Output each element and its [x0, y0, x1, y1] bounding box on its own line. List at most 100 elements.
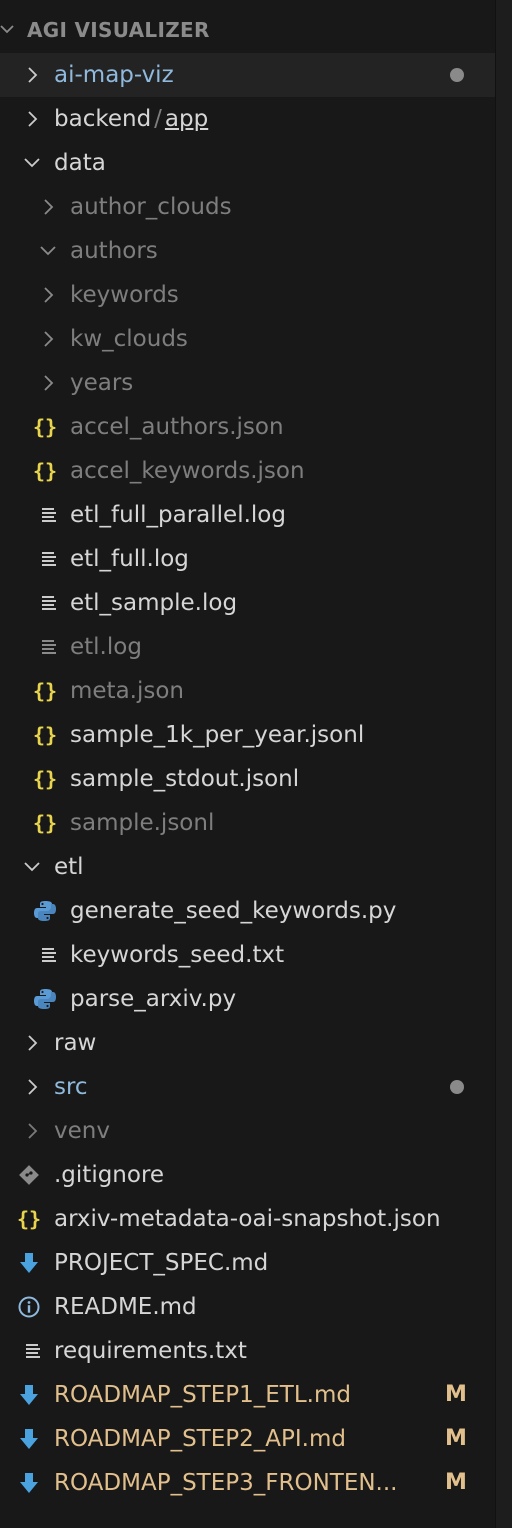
explorer-section-header[interactable]: AGI VISUALIZER	[0, 10, 496, 50]
tree-item-etl-full-log[interactable]: etl_full.log	[0, 537, 496, 581]
tree-item-etl-sample-log[interactable]: etl_sample.log	[0, 581, 496, 625]
tree-item-label: PROJECT_SPEC.md	[54, 1250, 269, 1276]
tree-item-label: etl	[54, 854, 84, 880]
tree-item-label: raw	[54, 1030, 97, 1056]
text-file-icon	[37, 625, 61, 669]
json-icon: {}	[32, 459, 58, 483]
tree-item-label: ROADMAP_STEP1_ETL.md	[54, 1382, 351, 1408]
tree-item-meta-json[interactable]: {} meta.json	[0, 669, 496, 713]
modified-badge: M	[445, 1382, 467, 1407]
section-title: AGI VISUALIZER	[27, 18, 210, 42]
tree-item-label: generate_seed_keywords.py	[70, 898, 397, 924]
json-icon: {}	[32, 415, 58, 439]
tree-item-label: keywords	[70, 282, 179, 308]
tree-item-data[interactable]: data	[0, 141, 496, 185]
text-file-icon	[37, 933, 61, 977]
info-icon	[17, 1285, 41, 1329]
tree-item-kw-clouds[interactable]: kw_clouds	[0, 317, 496, 361]
text-file-icon	[21, 1329, 45, 1373]
tree-item-etl-full-parallel-log[interactable]: etl_full_parallel.log	[0, 493, 496, 537]
json-icon: {}	[32, 723, 58, 747]
tree-item-label: author_clouds	[70, 194, 232, 220]
tree-item-etl[interactable]: etl	[0, 845, 496, 889]
tree-item-accel-authors-json[interactable]: {} accel_authors.json	[0, 405, 496, 449]
tree-item-author-clouds[interactable]: author_clouds	[0, 185, 496, 229]
folder-name-app[interactable]: app	[165, 106, 208, 132]
tree-item-label: keywords_seed.txt	[70, 942, 285, 968]
tree-item-arxiv-metadata-json[interactable]: {} arxiv-metadata-oai-snapshot.json	[0, 1197, 496, 1241]
chevron-down-icon	[20, 141, 44, 185]
vertical-scrollbar[interactable]	[495, 0, 512, 1528]
modified-badge: M	[445, 1470, 467, 1495]
tree-item-requirements-txt[interactable]: requirements.txt	[0, 1329, 496, 1373]
chevron-right-icon	[36, 317, 60, 361]
tree-item-label: accel_authors.json	[70, 414, 284, 440]
tree-item-etl-log[interactable]: etl.log	[0, 625, 496, 669]
chevron-right-icon	[20, 97, 44, 141]
python-icon	[33, 977, 57, 1021]
tree-item-label: ROADMAP_STEP2_API.md	[54, 1426, 346, 1452]
chevron-down-icon	[20, 845, 44, 889]
markdown-icon	[17, 1241, 41, 1285]
tree-item-src[interactable]: src	[0, 1065, 496, 1109]
tree-item-label: etl_sample.log	[70, 590, 238, 616]
tree-item-sample-jsonl[interactable]: {} sample.jsonl	[0, 801, 496, 845]
tree-item-keywords[interactable]: keywords	[0, 273, 496, 317]
tree-item-roadmap-step1-md[interactable]: ROADMAP_STEP1_ETL.md M	[0, 1373, 496, 1417]
tree-item-gitignore[interactable]: .gitignore	[0, 1153, 496, 1197]
tree-item-label: backend / app	[54, 97, 208, 141]
tree-item-parse-arxiv-py[interactable]: parse_arxiv.py	[0, 977, 496, 1021]
tree-item-generate-seed-keywords-py[interactable]: generate_seed_keywords.py	[0, 889, 496, 933]
tree-item-label: data	[54, 150, 106, 176]
chevron-right-icon	[36, 185, 60, 229]
tree-item-label: etl.log	[70, 634, 142, 660]
changes-indicator-dot	[450, 1080, 464, 1094]
tree-item-label: sample.jsonl	[70, 810, 215, 836]
tree-item-venv[interactable]: venv	[0, 1109, 496, 1153]
tree-item-raw[interactable]: raw	[0, 1021, 496, 1065]
tree-item-label: sample_stdout.jsonl	[70, 766, 300, 792]
tree-item-label: .gitignore	[54, 1162, 165, 1188]
tree-item-label: README.md	[54, 1294, 197, 1320]
tree-item-readme-md[interactable]: README.md	[0, 1285, 496, 1329]
tree-item-sample-1k-per-year-jsonl[interactable]: {} sample_1k_per_year.jsonl	[0, 713, 496, 757]
folder-name-backend: backend	[54, 106, 152, 132]
json-icon: {}	[16, 1207, 42, 1231]
chevron-right-icon	[20, 1109, 44, 1153]
chevron-right-icon	[36, 273, 60, 317]
chevron-down-icon	[36, 229, 60, 273]
tree-item-ai-map-viz[interactable]: ai-map-viz	[0, 53, 496, 97]
tree-item-accel-keywords-json[interactable]: {} accel_keywords.json	[0, 449, 496, 493]
tree-item-label: venv	[54, 1118, 110, 1144]
tree-item-label: ai-map-viz	[54, 62, 174, 88]
tree-item-label: years	[70, 370, 134, 396]
tree-item-label: parse_arxiv.py	[70, 986, 237, 1012]
chevron-right-icon	[20, 53, 44, 97]
git-icon	[17, 1153, 41, 1197]
chevron-down-icon	[0, 25, 14, 34]
text-file-icon	[37, 537, 61, 581]
tree-item-keywords-seed-txt[interactable]: keywords_seed.txt	[0, 933, 496, 977]
tree-item-label: kw_clouds	[70, 326, 188, 352]
tree-item-roadmap-step2-md[interactable]: ROADMAP_STEP2_API.md M	[0, 1417, 496, 1461]
json-icon: {}	[32, 679, 58, 703]
tree-item-label: meta.json	[70, 678, 185, 704]
tree-item-label: etl_full_parallel.log	[70, 502, 286, 528]
tree-item-label: etl_full.log	[70, 546, 189, 572]
tree-item-years[interactable]: years	[0, 361, 496, 405]
chevron-right-icon	[36, 361, 60, 405]
tree-item-project-spec-md[interactable]: PROJECT_SPEC.md	[0, 1241, 496, 1285]
tree-item-label: requirements.txt	[54, 1338, 247, 1364]
tree-item-authors[interactable]: authors	[0, 229, 496, 273]
tree-item-backend-app[interactable]: backend / app	[0, 97, 496, 141]
python-icon	[33, 889, 57, 933]
text-file-icon	[37, 581, 61, 625]
json-icon: {}	[32, 767, 58, 791]
changes-indicator-dot	[450, 68, 464, 82]
markdown-icon	[17, 1417, 41, 1461]
tree-item-label: accel_keywords.json	[70, 458, 305, 484]
tree-item-sample-stdout-jsonl[interactable]: {} sample_stdout.jsonl	[0, 757, 496, 801]
text-file-icon	[37, 493, 61, 537]
tree-item-roadmap-step3-md[interactable]: ROADMAP_STEP3_FRONTEN... M	[0, 1461, 496, 1505]
markdown-icon	[17, 1461, 41, 1505]
